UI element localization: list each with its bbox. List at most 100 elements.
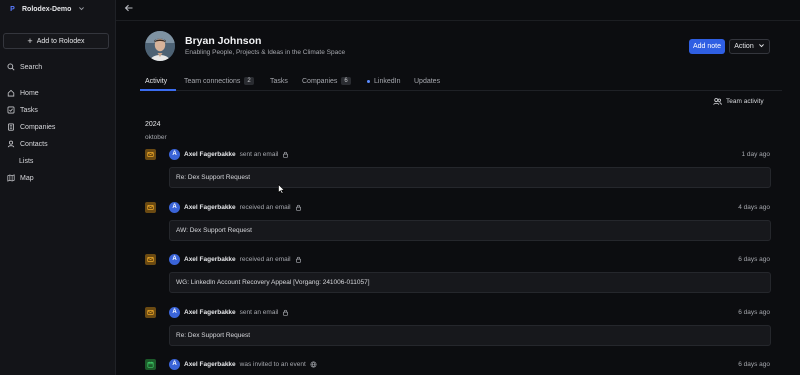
active-tab-indicator xyxy=(140,89,176,91)
add-to-rolodex-button[interactable]: + Add to Rolodex xyxy=(3,33,109,49)
globe-icon xyxy=(310,361,317,368)
activity-verb: received an email xyxy=(239,203,291,211)
workspace-logo: P xyxy=(10,5,15,13)
avatar: A xyxy=(169,306,180,318)
tab-updates[interactable]: Updates xyxy=(414,72,440,90)
calendar-icon xyxy=(145,359,156,370)
activity-header: A Axel Fagerbakke sent an email xyxy=(169,306,289,318)
mouse-cursor-icon xyxy=(278,183,285,194)
profile-tagline: Enabling People, Projects & Ideas in the… xyxy=(185,49,346,56)
building-icon xyxy=(7,123,15,131)
avatar: A xyxy=(169,358,180,370)
activity-card[interactable]: Re: Dex Support Request xyxy=(169,167,771,188)
tab-linkedin[interactable]: LinkedIn xyxy=(367,72,400,90)
action-label: Action xyxy=(734,43,754,50)
activity-header: A Axel Fagerbakke was invited to an even… xyxy=(169,358,317,370)
tab-label: Team connections xyxy=(184,77,241,85)
email-subject: Re: Dex Support Request xyxy=(176,332,251,339)
activity-user[interactable]: Axel Fagerbakke xyxy=(184,361,236,368)
tab-label: LinkedIn xyxy=(374,77,401,85)
timeline-year: 2024 xyxy=(145,121,161,128)
team-icon xyxy=(713,97,722,106)
timeline-month: oktober xyxy=(145,134,167,141)
activity-user[interactable]: Axel Fagerbakke xyxy=(184,204,236,211)
person-icon xyxy=(7,140,15,148)
tab-label: Updates xyxy=(414,77,441,85)
sidebar-item-contacts[interactable]: Contacts xyxy=(7,139,48,149)
activity-header: A Axel Fagerbakke sent an email xyxy=(169,148,289,160)
plus-icon: + xyxy=(27,35,33,46)
activity-header: A Axel Fagerbakke received an email xyxy=(169,201,302,213)
sidebar-item-label: Lists xyxy=(19,157,34,165)
activity-card[interactable]: WG: LinkedIn Account Recovery Appeal [Vo… xyxy=(169,272,771,293)
activity-verb: sent an email xyxy=(239,308,279,316)
lock-icon xyxy=(282,309,289,316)
avatar xyxy=(145,31,175,61)
avatar: A xyxy=(169,253,180,265)
sidebar-item-companies[interactable]: Companies xyxy=(7,122,55,132)
activity-verb: was invited to an event xyxy=(239,360,306,368)
sidebar-item-lists[interactable]: Lists xyxy=(19,156,33,166)
mail-icon xyxy=(145,254,156,265)
sidebar-item-tasks[interactable]: Tasks xyxy=(7,105,38,115)
sidebar-item-label: Tasks xyxy=(20,106,38,114)
sidebar-item-label: Contacts xyxy=(20,140,48,148)
tab-team-connections[interactable]: Team connections 2 xyxy=(184,72,254,90)
sidebar-item-label: Home xyxy=(20,89,39,97)
map-icon xyxy=(7,174,15,182)
add-to-rolodex-label: Add to Rolodex xyxy=(36,37,85,45)
sidebar-item-search[interactable]: Search xyxy=(7,62,42,72)
tab-companies[interactable]: Companies 6 xyxy=(302,72,351,90)
profile-name: Bryan Johnson xyxy=(185,35,262,47)
email-subject: AW: Dex Support Request xyxy=(176,227,252,234)
tab-count-badge: 2 xyxy=(244,77,254,85)
lock-icon xyxy=(295,204,302,211)
tab-count-badge: 6 xyxy=(341,77,351,85)
mail-icon xyxy=(145,202,156,213)
tab-label: Companies xyxy=(302,77,338,85)
mail-icon xyxy=(145,149,156,160)
team-activity-label: Team activity xyxy=(726,98,764,105)
activity-time: 6 days ago xyxy=(738,309,770,316)
tab-tasks[interactable]: Tasks xyxy=(270,72,288,90)
activity-time: 4 days ago xyxy=(738,204,770,211)
avatar: A xyxy=(169,148,180,160)
sidebar-item-map[interactable]: Map xyxy=(7,173,34,183)
activity-user[interactable]: Axel Fagerbakke xyxy=(184,151,236,158)
team-activity-toggle[interactable]: Team activity xyxy=(713,96,764,107)
search-icon xyxy=(7,63,15,71)
sidebar-item-label: Companies xyxy=(20,123,56,131)
tabs-divider xyxy=(140,90,782,91)
activity-header: A Axel Fagerbakke received an email xyxy=(169,253,302,265)
sidebar-item-label: Search xyxy=(20,63,43,71)
activity-time: 1 day ago xyxy=(741,151,770,158)
lock-icon xyxy=(295,256,302,263)
sidebar-item-home[interactable]: Home xyxy=(7,88,39,98)
email-subject: Re: Dex Support Request xyxy=(176,174,251,181)
activity-verb: received an email xyxy=(239,255,291,263)
back-arrow-icon[interactable] xyxy=(124,3,134,13)
tab-activity[interactable]: Activity xyxy=(145,72,167,90)
linkedin-dot-icon xyxy=(367,79,370,83)
tab-label: Activity xyxy=(145,77,168,85)
activity-card[interactable]: Re: Dex Support Request xyxy=(169,325,771,346)
action-dropdown-button[interactable]: Action xyxy=(729,39,770,54)
activity-user[interactable]: Axel Fagerbakke xyxy=(184,256,236,263)
chevron-down-icon xyxy=(78,5,85,14)
sidebar: P Rolodex-Demo + Add to Rolodex Search H… xyxy=(0,0,116,375)
header-divider xyxy=(116,20,800,21)
activity-verb: sent an email xyxy=(239,150,279,158)
chevron-down-icon xyxy=(758,42,765,51)
home-icon xyxy=(7,89,15,97)
sidebar-item-label: Map xyxy=(20,174,34,182)
lock-icon xyxy=(282,151,289,158)
activity-user[interactable]: Axel Fagerbakke xyxy=(184,309,236,316)
check-square-icon xyxy=(7,106,15,114)
activity-time: 6 days ago xyxy=(738,361,770,368)
workspace-switcher[interactable]: P Rolodex-Demo xyxy=(8,3,85,15)
add-note-button[interactable]: Add note xyxy=(689,39,725,54)
email-subject: WG: LinkedIn Account Recovery Appeal [Vo… xyxy=(176,279,370,286)
tab-label: Tasks xyxy=(270,77,288,85)
activity-card[interactable]: AW: Dex Support Request xyxy=(169,220,771,241)
mail-icon xyxy=(145,307,156,318)
